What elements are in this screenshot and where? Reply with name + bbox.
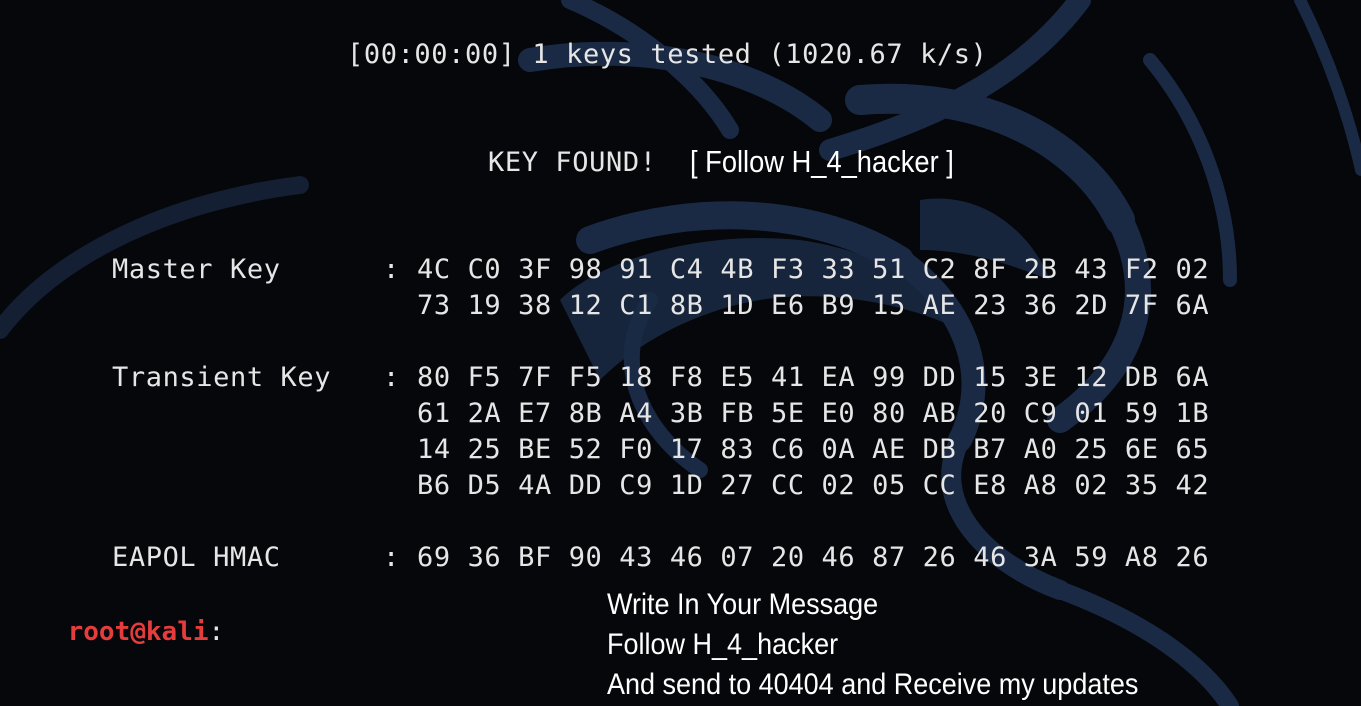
overlay-follow-text: [ Follow H_4_hacker ] — [690, 144, 954, 179]
master-key-row: 4C C0 3F 98 91 C4 4B F3 33 51 C2 8F 2B 4… — [417, 254, 1210, 285]
terminal-window[interactable]: [00:00:00] 1 keys tested (1020.67 k/s) K… — [0, 0, 1361, 706]
shell-prompt[interactable]: root@kali: — [5, 578, 225, 686]
caption-line: Follow H_4_hacker — [607, 628, 839, 661]
key-found-label: KEY FOUND! — [488, 147, 657, 178]
status-line: [00:00:00] 1 keys tested (1020.67 k/s) — [347, 39, 988, 70]
transient-key-label: Transient Key — [112, 362, 332, 393]
transient-key-row: 80 F5 7F F5 18 F8 E5 41 EA 99 DD 15 3E 1… — [417, 362, 1210, 393]
caption-line: Write In Your Message — [607, 588, 879, 621]
eapol-hmac-row: 69 36 BF 90 43 46 07 20 46 87 26 46 3A 5… — [417, 542, 1210, 573]
transient-key-row: 61 2A E7 8B A4 3B FB 5E E0 80 AB 20 C9 0… — [417, 398, 1210, 429]
transient-key-colon: : — [383, 362, 400, 393]
prompt-separator: : — [208, 617, 225, 647]
eapol-hmac-label: EAPOL HMAC — [112, 542, 281, 573]
master-key-row: 73 19 38 12 C1 8B 1D E6 B9 15 AE 23 36 2… — [417, 290, 1210, 321]
transient-key-row: B6 D5 4A DD C9 1D 27 CC 02 05 CC E8 A8 0… — [417, 470, 1210, 501]
eapol-hmac-colon: : — [383, 542, 400, 573]
prompt-user-host: root@kali — [67, 617, 209, 647]
caption-line: And send to 40404 and Receive my updates — [607, 668, 1139, 701]
master-key-colon: : — [383, 254, 400, 285]
caption-overlay: Write In Your Message Follow H_4_hacker … — [607, 585, 1138, 705]
master-key-label: Master Key — [112, 254, 281, 285]
transient-key-row: 14 25 BE 52 F0 17 83 C6 0A AE DB B7 A0 2… — [417, 434, 1210, 465]
